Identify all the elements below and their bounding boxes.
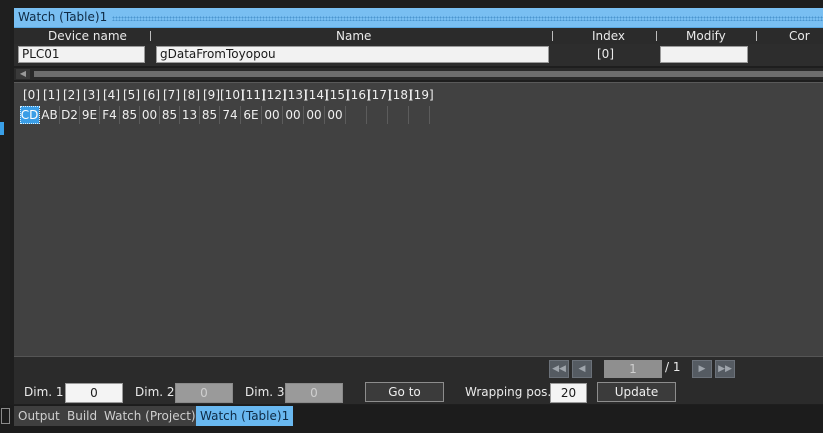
- dim3-input[interactable]: 0: [285, 383, 343, 403]
- panel-toggle-icon[interactable]: [1, 408, 10, 424]
- array-value-cell[interactable]: 9E: [80, 106, 100, 124]
- rail-marker: [0, 122, 4, 135]
- goto-button[interactable]: Go to: [365, 382, 444, 402]
- dim2-input[interactable]: 0: [175, 383, 233, 403]
- array-value-cell[interactable]: [388, 106, 409, 124]
- array-index-label: [8]: [183, 88, 200, 102]
- array-value-cell[interactable]: [346, 106, 367, 124]
- dim2-label: Dim. 2: [135, 385, 175, 399]
- array-index-label: [7]: [163, 88, 180, 102]
- prev-page-icon[interactable]: ◀: [572, 360, 592, 378]
- array-index-label: [6]: [143, 88, 160, 102]
- update-button[interactable]: Update: [597, 382, 676, 402]
- array-index-label: [19]: [409, 88, 434, 102]
- dim1-input[interactable]: 0: [65, 383, 123, 403]
- col-separator: [150, 31, 151, 41]
- wrapping-pos-input[interactable]: 20: [550, 383, 587, 403]
- dim1-label: Dim. 1: [24, 385, 64, 399]
- tab-watch-project[interactable]: Watch (Project)1: [100, 406, 208, 426]
- scrollbar-thumb[interactable]: [34, 71, 823, 77]
- array-index-label: [1]: [43, 88, 60, 102]
- index-value: [0]: [597, 47, 614, 61]
- array-value-cell[interactable]: 00: [325, 106, 346, 124]
- window-titlebar[interactable]: Watch (Table)1: [14, 8, 823, 28]
- col-separator: [656, 31, 657, 41]
- variable-name-field[interactable]: gDataFromToyopou: [156, 46, 549, 63]
- array-value-cell[interactable]: F4: [100, 106, 120, 124]
- last-page-icon[interactable]: ▶▶: [715, 360, 735, 378]
- page-total: / 1: [665, 360, 681, 374]
- col-separator: [756, 31, 757, 41]
- array-value-cell[interactable]: 00: [140, 106, 160, 124]
- array-value-cell[interactable]: 85: [120, 106, 140, 124]
- array-value-cell[interactable]: 00: [304, 106, 325, 124]
- wrapping-pos-label: Wrapping pos.: [465, 385, 552, 399]
- array-index-label: [0]: [23, 88, 40, 102]
- array-index-label: [2]: [63, 88, 80, 102]
- array-value-cell[interactable]: D2: [60, 106, 80, 124]
- left-rail: [0, 0, 10, 405]
- first-page-icon[interactable]: ◀◀: [549, 360, 569, 378]
- column-header: Device name Name Index Modify Cor: [14, 28, 823, 44]
- col-index[interactable]: Index: [592, 29, 625, 43]
- col-separator: [552, 31, 553, 41]
- array-index-label: [4]: [103, 88, 120, 102]
- array-value-cell[interactable]: 13: [180, 106, 200, 124]
- watch-row[interactable]: PLC01 gDataFromToyopou [0]: [14, 44, 823, 66]
- array-index-label: [9]: [203, 88, 220, 102]
- next-page-icon[interactable]: ▶: [692, 360, 712, 378]
- scroll-left-icon[interactable]: ◀: [16, 69, 30, 79]
- array-index-label: [3]: [83, 88, 100, 102]
- modify-field[interactable]: [660, 46, 748, 63]
- tab-output[interactable]: Output: [14, 406, 64, 426]
- array-index-label: [5]: [123, 88, 140, 102]
- array-value-cell[interactable]: 00: [262, 106, 283, 124]
- col-device-name[interactable]: Device name: [48, 29, 127, 43]
- array-value-cell[interactable]: 74: [220, 106, 241, 124]
- dim3-label: Dim. 3: [245, 385, 285, 399]
- titlebar-grip: [112, 16, 823, 21]
- page-number-input[interactable]: 1: [604, 360, 662, 378]
- array-value-cell[interactable]: 85: [200, 106, 220, 124]
- horizontal-scrollbar[interactable]: ◀: [14, 68, 823, 80]
- array-value-cell[interactable]: 85: [160, 106, 180, 124]
- array-value-cell[interactable]: [367, 106, 388, 124]
- col-comment[interactable]: Cor: [789, 29, 810, 43]
- array-value-cell[interactable]: AB: [40, 106, 60, 124]
- array-value-cell[interactable]: [409, 106, 430, 124]
- tab-watch-table[interactable]: Watch (Table)1: [196, 406, 294, 426]
- window-title: Watch (Table)1: [18, 10, 108, 24]
- array-value-cell[interactable]: CD: [20, 106, 40, 124]
- device-name-field[interactable]: PLC01: [18, 46, 145, 63]
- array-value-cell[interactable]: 6E: [241, 106, 262, 124]
- array-value-cell[interactable]: 00: [283, 106, 304, 124]
- bottom-tab-bar: Output Build Watch (Project)1 Watch (Tab…: [0, 405, 823, 433]
- tab-build[interactable]: Build: [63, 406, 102, 426]
- col-modify[interactable]: Modify: [686, 29, 726, 43]
- col-name[interactable]: Name: [336, 29, 371, 43]
